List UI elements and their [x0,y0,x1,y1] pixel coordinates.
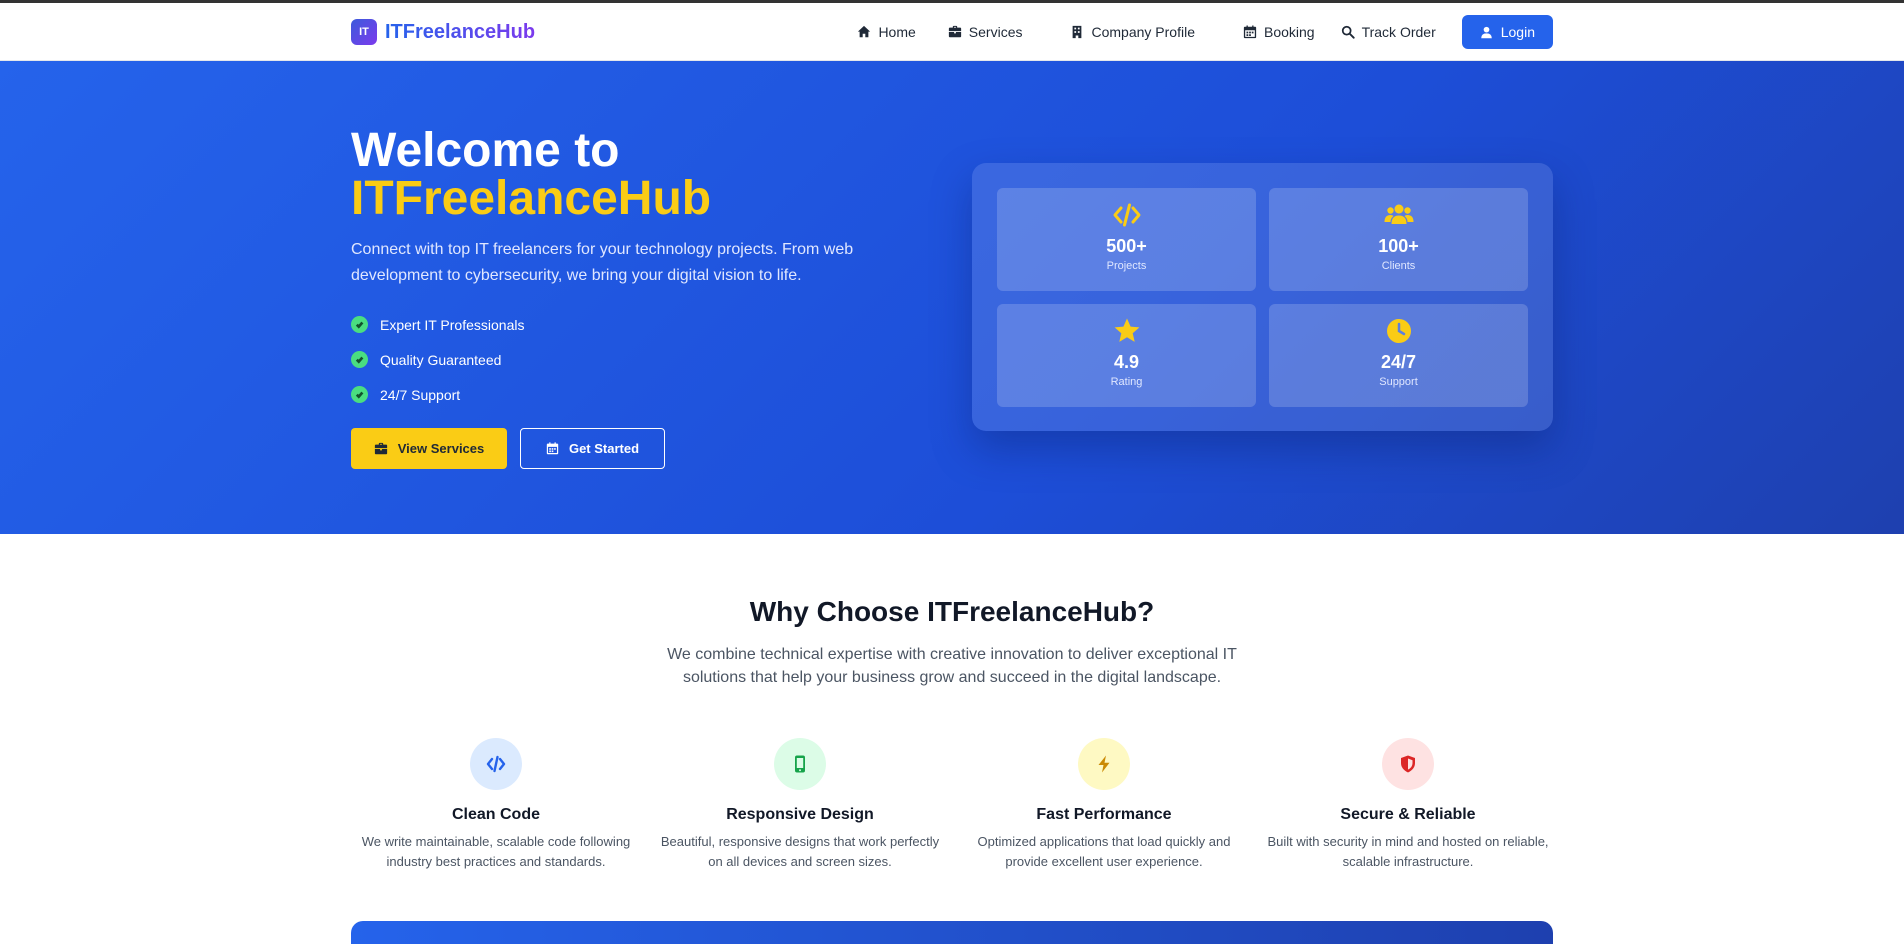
nav-company-label: Company Profile [1091,24,1195,40]
feature-card: Clean Code We write maintainable, scalab… [351,738,641,872]
nav-services[interactable]: Services [936,24,1059,40]
feature-card: Secure & Reliable Built with security in… [1263,738,1553,872]
navbar: IT ITFreelanceHub Home Services Company … [0,3,1904,61]
nav-booking-label: Booking [1263,24,1315,40]
why-subtitle: We combine technical expertise with crea… [667,646,1237,686]
feature-card: Fast Performance Optimized applications … [959,738,1249,872]
briefcase-icon [374,442,387,454]
stat-value: 100+ [1378,236,1419,256]
hero-title-line2: ITFreelanceHub [351,172,712,225]
get-started-label: Get Started [568,441,640,456]
nav-company-profile[interactable]: Company Profile [1058,24,1231,40]
stats-card: 500+ Projects 100+ Clients 4.9 Rating 24… [972,163,1553,431]
nav-track-label: Track Order [1361,24,1436,40]
stat-projects: 500+ Projects [997,188,1256,291]
feature-card: Responsive Design Beautiful, responsive … [655,738,945,872]
stat-rating: 4.9 Rating [997,304,1256,407]
feature-icon-circle [774,738,826,790]
mobile-icon [795,755,805,773]
nav-home[interactable]: Home [845,24,935,40]
nav-links: Home Services Company Profile Booking Tr… [845,15,1553,49]
brand-link[interactable]: IT ITFreelanceHub [351,19,535,45]
home-icon [858,25,871,38]
users-icon [1384,204,1413,224]
check-label: Expert IT Professionals [380,316,525,333]
stat-label: Support [1379,376,1418,388]
feature-icon-circle [1382,738,1434,790]
check-circle-icon [351,351,368,368]
user-icon [1480,26,1492,38]
check-label: Quality Guaranteed [380,351,502,368]
hero-content: Welcome to ITFreelanceHub Connect with t… [351,127,911,469]
check-circle-icon [351,316,368,333]
nav-track-order[interactable]: Track Order [1329,24,1448,40]
calendar-icon [1243,25,1257,39]
check-circle-icon [351,386,368,403]
building-icon [1073,25,1082,39]
navbar-inner: IT ITFreelanceHub Home Services Company … [351,3,1553,61]
hero-checklist: Expert IT Professionals Quality Guarante… [351,307,911,412]
feature-desc: Beautiful, responsive designs that work … [660,834,940,869]
feature-title: Secure & Reliable [1340,806,1476,823]
feature-desc: We write maintainable, scalable code fol… [361,834,631,869]
nav-services-label: Services [968,24,1023,40]
stat-label: Rating [1110,376,1143,388]
feature-desc: Built with security in mind and hosted o… [1267,834,1549,869]
calendar-icon [546,442,559,455]
hero-buttons: View Services Get Started [351,428,911,469]
stat-value: 4.9 [1113,352,1140,372]
stat-value: 24/7 [1380,352,1417,372]
stat-support: 24/7 Support [1269,304,1528,407]
stat-label: Clients [1381,260,1416,272]
view-services-button[interactable]: View Services [351,428,507,469]
bolt-icon [1098,755,1110,773]
briefcase-icon [948,25,961,38]
check-item: Quality Guaranteed [351,342,911,377]
feature-title: Clean Code [451,806,540,823]
search-icon [1341,25,1355,39]
star-icon [1114,318,1139,342]
get-started-button[interactable]: Get Started [520,428,665,469]
check-item: 24/7 Support [351,377,911,412]
nav-home-label: Home [878,24,916,40]
cta-banner-top [351,921,1553,944]
feature-desc: Optimized applications that load quickly… [977,834,1231,869]
hero-subtitle: Connect with top IT freelancers for your… [351,241,854,284]
login-label: Login [1500,24,1535,40]
check-item: Expert IT Professionals [351,307,911,342]
login-button[interactable]: Login [1461,15,1553,49]
stat-clients: 100+ Clients [1269,188,1528,291]
code-icon [1113,203,1140,227]
nav-booking[interactable]: Booking [1231,24,1329,40]
view-services-label: View Services [397,441,485,456]
hero-title: Welcome to ITFreelanceHub [351,127,911,223]
check-label: 24/7 Support [380,386,461,403]
brand-name: ITFreelanceHub [385,20,536,43]
clock-icon [1386,319,1411,343]
hero-section: Welcome to ITFreelanceHub Connect with t… [0,61,1904,534]
shield-icon [1401,755,1415,773]
feature-title: Responsive Design [726,806,874,823]
feature-icon-circle [470,738,522,790]
feature-title: Fast Performance [1036,806,1172,823]
code-icon [486,755,506,773]
why-title: Why Choose ITFreelanceHub? [749,596,1155,627]
features-grid: Clean Code We write maintainable, scalab… [351,738,1553,872]
brand-logo: IT [351,19,377,45]
feature-icon-circle [1078,738,1130,790]
stat-label: Projects [1106,260,1147,272]
stat-value: 500+ [1106,236,1147,256]
hero-title-line1: Welcome to [351,124,620,177]
